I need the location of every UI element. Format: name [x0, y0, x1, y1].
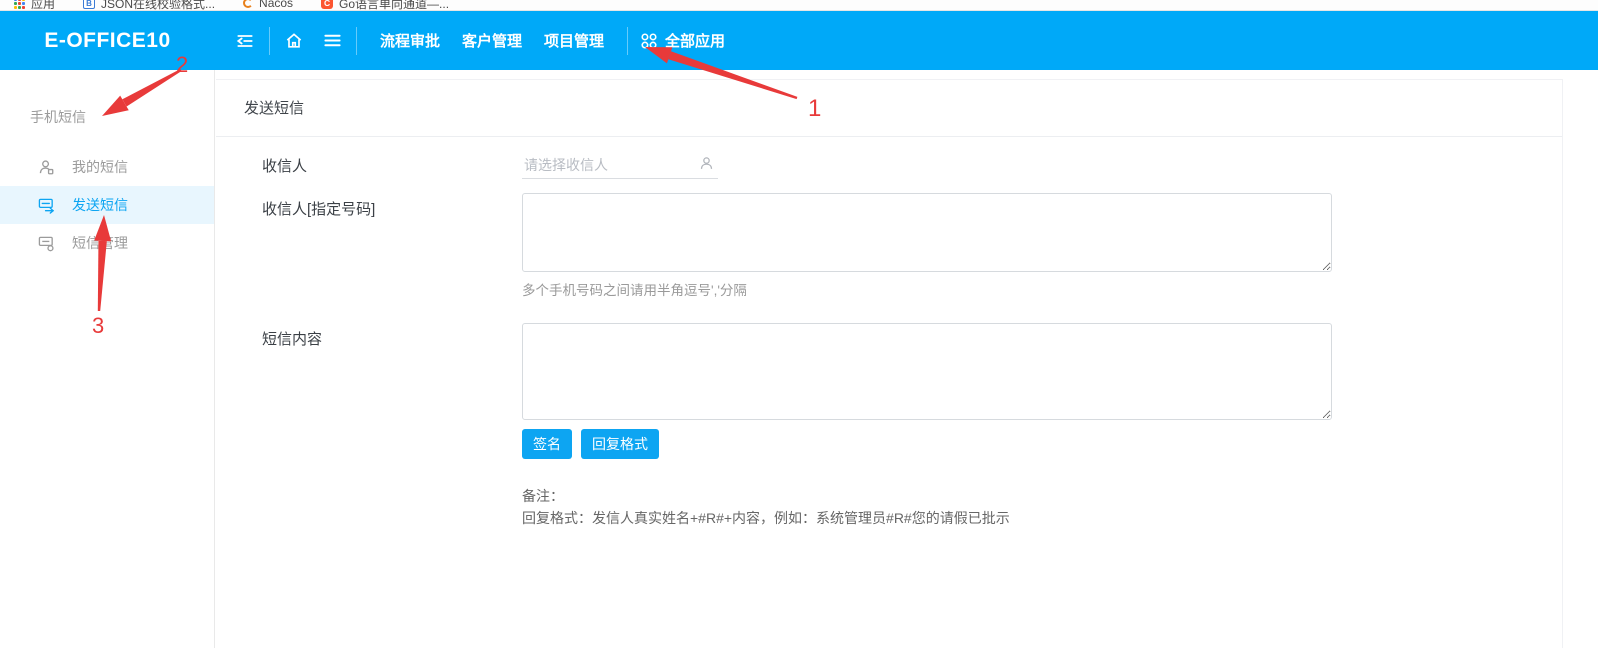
send-sms-form: 收信人 收信人[指定号码] 多个手机号码之间请用半角逗号','分隔 短信内容 [216, 137, 1562, 529]
send-sms-panel: 发送短信 收信人 收信人[指定号码] 多个手机号码之间请用半角逗号','分隔 [216, 79, 1563, 648]
send-sms-icon [38, 197, 55, 214]
nacos-icon [243, 0, 253, 8]
bookmark-label: Nacos [259, 0, 293, 10]
sidebar: 手机短信 我的短信 发送短信 短信管理 [0, 70, 215, 648]
bookmark-label: 应用 [31, 0, 55, 11]
menu-fold-icon[interactable] [233, 29, 257, 53]
hamburger-icon[interactable] [320, 29, 344, 53]
signature-button[interactable]: 签名 [522, 429, 572, 459]
bookmark-nacos[interactable]: Nacos [243, 0, 293, 10]
reply-format-button[interactable]: 回复格式 [581, 429, 659, 459]
bookmark-label: JSON在线校验格式... [101, 0, 215, 11]
divider [356, 27, 357, 55]
all-apps-label: 全部应用 [665, 30, 725, 51]
sidebar-item-send-sms[interactable]: 发送短信 [0, 186, 214, 224]
nav-customer-management[interactable]: 客户管理 [462, 30, 522, 51]
bejson-icon: B [83, 0, 95, 9]
all-apps-button[interactable]: 全部应用 [640, 30, 725, 51]
sidebar-item-label: 短信管理 [72, 233, 128, 253]
sidebar-module-title: 手机短信 [30, 107, 214, 127]
divider [627, 27, 628, 55]
recipient-input[interactable] [522, 152, 718, 179]
sidebar-item-label: 我的短信 [72, 157, 128, 177]
bookmark-go-article[interactable]: C Go语言单向通道—... [321, 0, 449, 11]
note-line: 回复格式：发信人真实姓名+#R#+内容，例如：系统管理员#R#您的请假已批示 [522, 507, 1562, 529]
nav-process-approval[interactable]: 流程审批 [380, 30, 440, 51]
note-title: 备注： [522, 485, 1562, 507]
note-block: 备注： 回复格式：发信人真实姓名+#R#+内容，例如：系统管理员#R#您的请假已… [522, 485, 1562, 529]
bookmark-label: Go语言单向通道—... [339, 0, 449, 11]
sms-manage-icon [38, 235, 55, 252]
apps-grid-icon [14, 0, 25, 9]
app-logo: E-OFFICE10 [0, 29, 215, 53]
csdn-icon: C [321, 0, 333, 9]
browser-bookmarks-bar: 应用 B JSON在线校验格式... Nacos C Go语言单向通道—... [0, 0, 1598, 11]
panel-title: 发送短信 [216, 80, 1562, 137]
user-icon [38, 159, 55, 176]
phone-format-hint: 多个手机号码之间请用半角逗号','分隔 [522, 279, 1562, 299]
sidebar-item-my-sms[interactable]: 我的短信 [0, 148, 214, 186]
select-user-icon[interactable] [699, 156, 714, 176]
sidebar-item-sms-management[interactable]: 短信管理 [0, 224, 214, 262]
main-content: 发送短信 收信人 收信人[指定号码] 多个手机号码之间请用半角逗号','分隔 [216, 70, 1598, 648]
all-apps-grid-icon [640, 32, 658, 50]
recipient-label: 收信人 [262, 155, 522, 176]
divider [269, 27, 270, 55]
nav-project-management[interactable]: 项目管理 [544, 30, 604, 51]
home-icon[interactable] [282, 29, 306, 53]
specified-numbers-label: 收信人[指定号码] [262, 193, 522, 272]
bookmark-apps[interactable]: 应用 [14, 0, 55, 11]
app-header: E-OFFICE10 流程审批 客户管理 项目管理 [0, 11, 1598, 70]
bookmark-json[interactable]: B JSON在线校验格式... [83, 0, 215, 11]
sms-content-label: 短信内容 [262, 323, 522, 420]
specified-numbers-textarea[interactable] [522, 193, 1332, 272]
sidebar-item-label: 发送短信 [72, 195, 128, 215]
sms-content-textarea[interactable] [522, 323, 1332, 420]
